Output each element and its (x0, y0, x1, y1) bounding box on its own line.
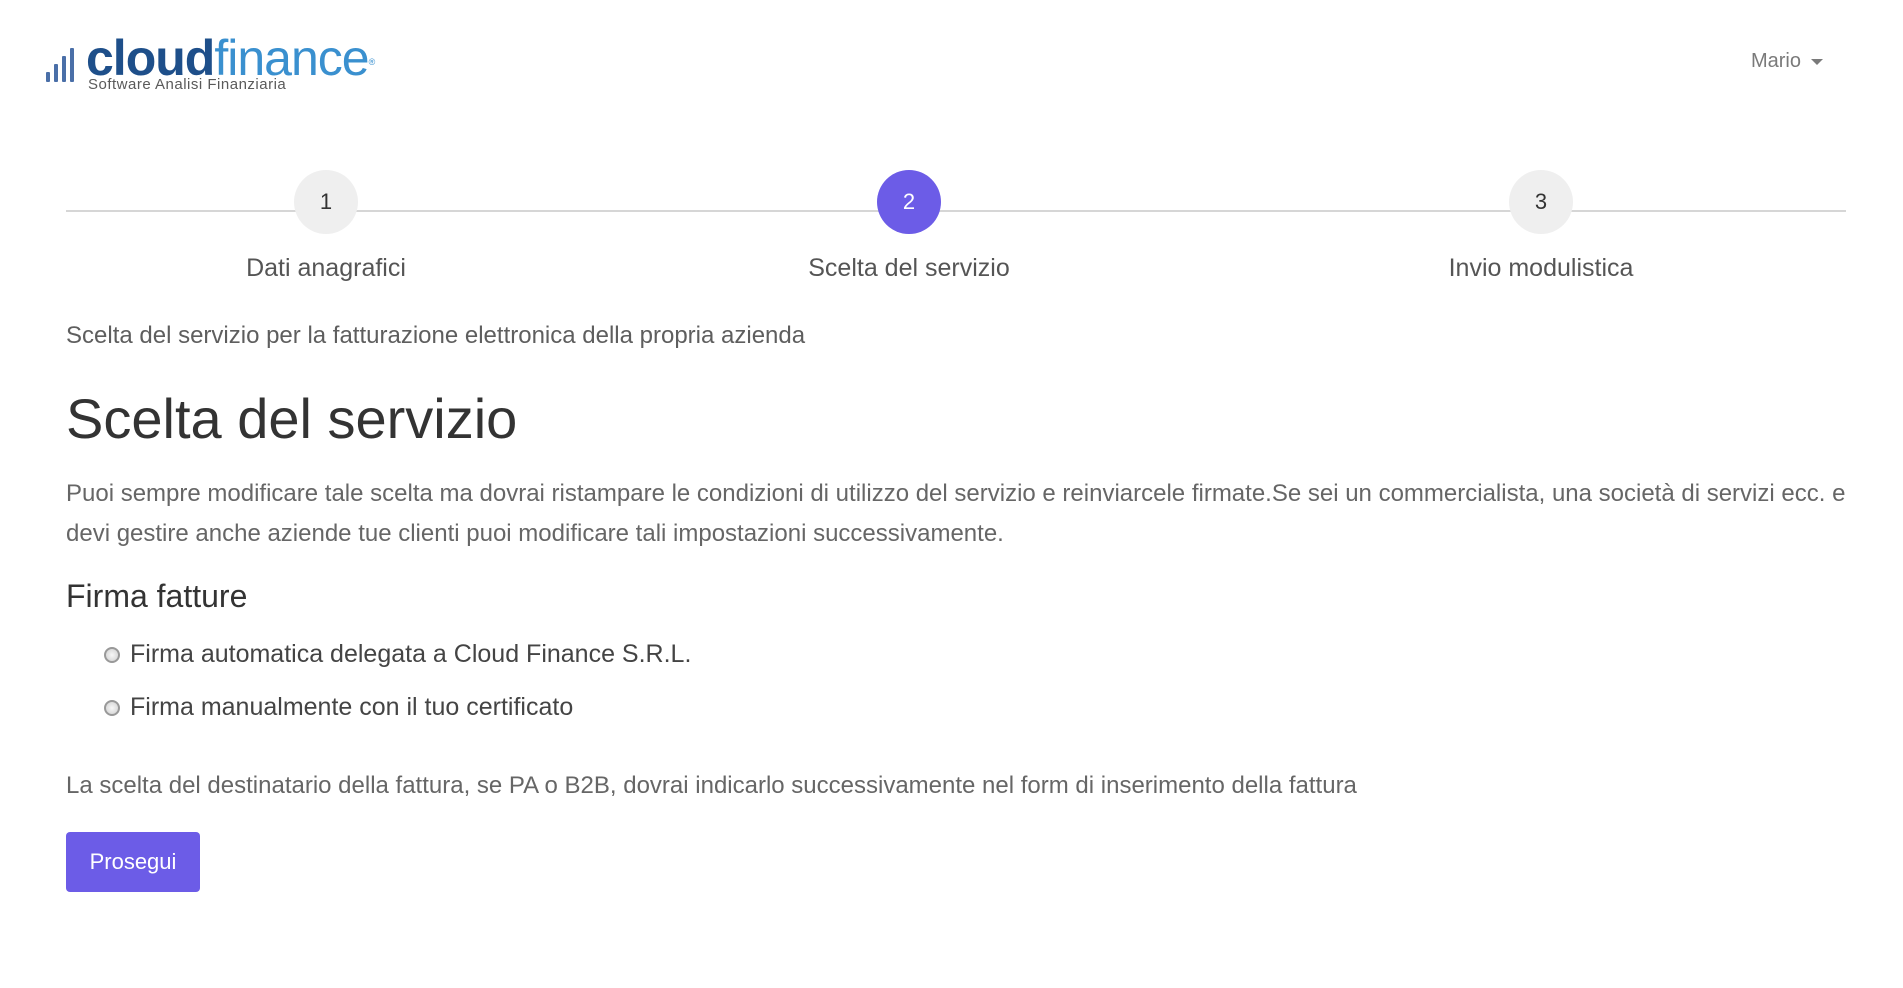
step-dati-anagrafici: 1 Dati anagrafici (196, 170, 456, 283)
prosegui-button[interactable]: Prosegui (66, 832, 200, 892)
step-number: 3 (1509, 170, 1573, 234)
radio-button[interactable] (104, 646, 120, 663)
page-description: Puoi sempre modificare tale scelta ma do… (66, 480, 1846, 547)
radio-option-firma-manuale[interactable]: Firma manualmente con il tuo certificato (104, 693, 573, 722)
page-title: Scelta del servizio (66, 387, 518, 450)
logo-bars-icon (46, 48, 74, 82)
radio-label: Firma manualmente con il tuo certificato (130, 693, 574, 721)
step-number: 2 (877, 170, 941, 234)
logo-tagline: Software Analisi Finanziaria (88, 76, 287, 93)
step-scelta-servizio: 2 Scelta del servizio (779, 170, 1039, 283)
step-number: 1 (294, 170, 358, 234)
app-logo[interactable]: cloudfinance® Software Analisi Finanziar… (46, 30, 426, 94)
step-label: Dati anagrafici (246, 254, 406, 282)
step-label: Invio modulistica (1448, 254, 1634, 282)
progress-stepper: 1 Dati anagrafici 2 Scelta del servizio … (66, 170, 1846, 290)
step-invio-modulistica: 3 Invio modulistica (1411, 170, 1671, 283)
caret-down-icon (1811, 58, 1823, 65)
radio-label: Firma automatica delegata a Cloud Financ… (130, 640, 692, 668)
radio-option-firma-automatica[interactable]: Firma automatica delegata a Cloud Financ… (104, 640, 691, 669)
section-title-firma: Firma fatture (66, 578, 248, 614)
user-name: Mario (1750, 50, 1801, 72)
step-label: Scelta del servizio (808, 254, 1010, 282)
user-menu-dropdown[interactable]: Mario (1751, 50, 1823, 73)
intro-text: Scelta del servizio per la fatturazione … (66, 322, 806, 349)
destinatario-note: La scelta del destinatario della fattura… (66, 772, 1357, 799)
radio-button[interactable] (104, 699, 120, 716)
